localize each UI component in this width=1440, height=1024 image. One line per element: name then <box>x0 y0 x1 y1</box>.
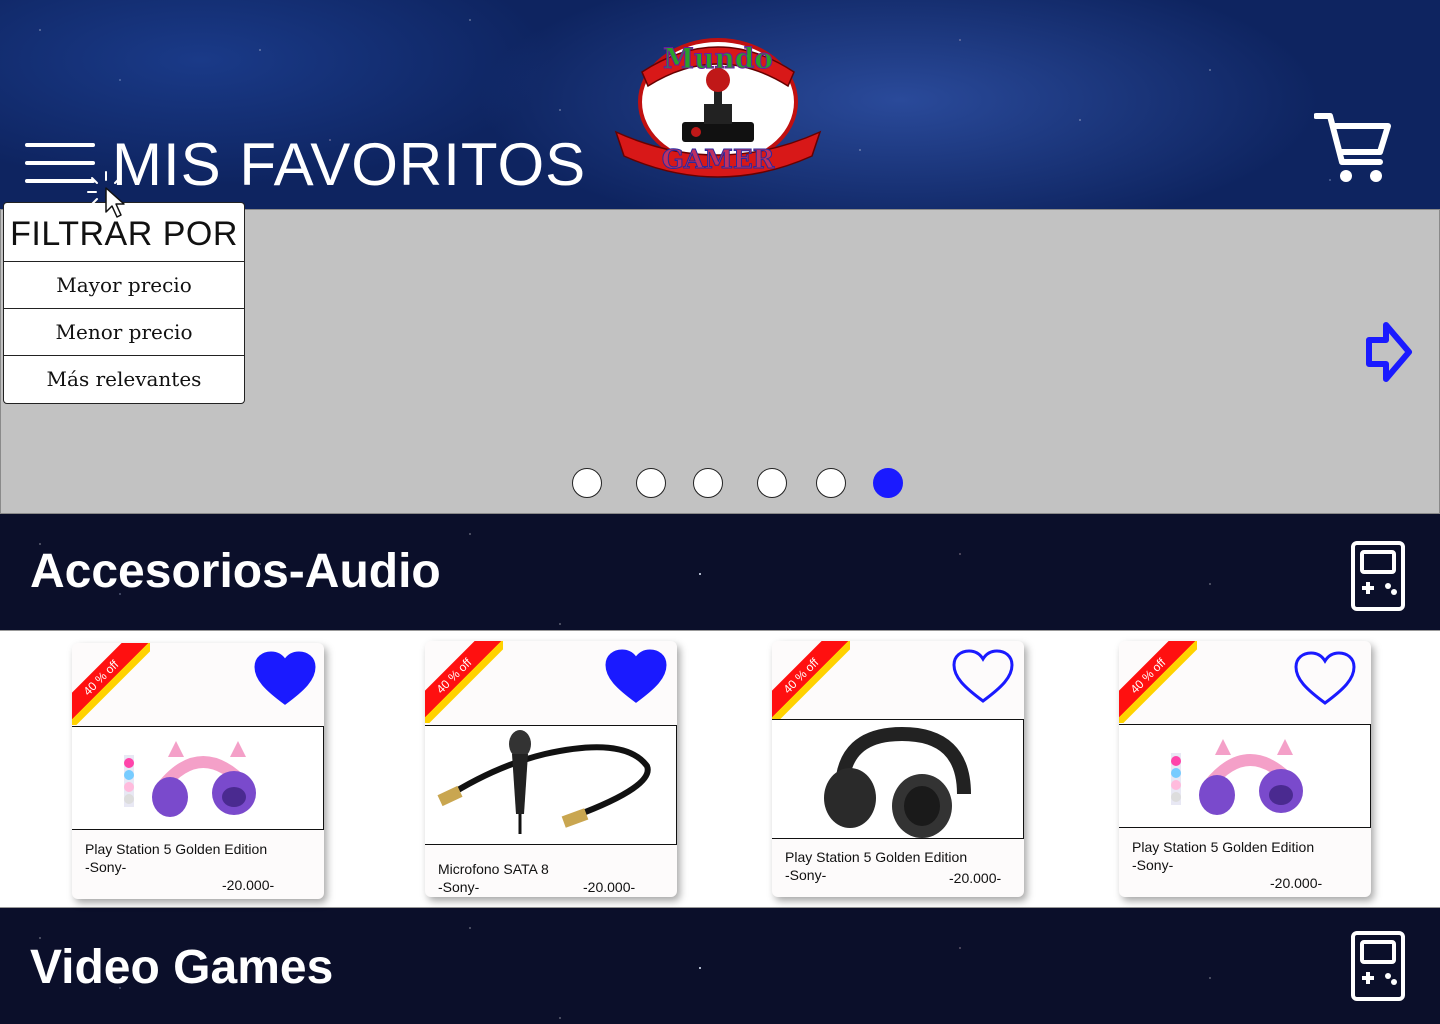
filter-option-lowest-price[interactable]: Menor precio <box>4 309 244 356</box>
filter-dropdown: FILTRAR POR Mayor precio Menor precio Má… <box>3 202 245 404</box>
carousel-dot-6[interactable] <box>873 468 903 498</box>
discount-badge: 40 % off <box>72 643 150 725</box>
handheld-console-icon[interactable] <box>1350 540 1406 612</box>
discount-badge: 40 % off <box>425 641 503 723</box>
logo-text-bottom: GAMER <box>662 145 775 175</box>
product-name: Microfono SATA 8 <box>438 861 549 877</box>
heart-outline-icon[interactable] <box>952 649 1014 705</box>
carousel-dot-4[interactable] <box>757 468 787 498</box>
handheld-console-icon[interactable] <box>1350 930 1406 1002</box>
microphone-cable-image <box>437 730 651 834</box>
heart-filled-icon[interactable] <box>254 651 316 707</box>
product-price: -20.000- <box>222 877 275 893</box>
product-brand: -Sony- <box>1132 857 1174 873</box>
carousel-dot-3[interactable] <box>693 468 723 498</box>
cart-icon[interactable] <box>1314 110 1392 186</box>
heart-outline-icon[interactable] <box>1294 651 1356 707</box>
product-brand: -Sony- <box>85 859 127 875</box>
mundo-gamer-logo: Mundo GAMER <box>614 38 822 178</box>
product-card[interactable]: 40 % off Play Station 5 Golden Edition -… <box>72 643 324 899</box>
section-title-audio: Accesorios-Audio <box>30 545 441 598</box>
discount-badge: 40 % off <box>772 641 850 723</box>
section-title-video-games: Video Games <box>30 941 334 994</box>
product-image[interactable] <box>1119 724 1371 828</box>
carousel-dot-2[interactable] <box>636 468 666 498</box>
discount-badge: 40 % off <box>1119 641 1197 723</box>
carousel-dot-5[interactable] <box>816 468 846 498</box>
product-card[interactable]: 40 % off Play Station 5 Golden Edition -… <box>772 641 1024 897</box>
product-card[interactable]: 40 % off Play Station 5 Golden Edition -… <box>1119 641 1371 897</box>
product-image[interactable] <box>425 725 677 845</box>
product-brand: -Sony- <box>785 867 827 883</box>
product-image[interactable] <box>72 726 324 830</box>
product-image[interactable] <box>772 719 1024 839</box>
product-price: -20.000- <box>1270 875 1323 891</box>
cat-ear-headphones-image <box>124 741 256 817</box>
menu-icon[interactable] <box>25 143 95 185</box>
filter-option-highest-price[interactable]: Mayor precio <box>4 262 244 309</box>
cat-ear-headphones-image <box>1171 739 1303 815</box>
product-card[interactable]: 40 % off Microfono SATA 8 -Sony- -20.000… <box>425 641 677 897</box>
product-name: Play Station 5 Golden Edition <box>785 849 968 865</box>
heart-filled-icon[interactable] <box>605 649 667 705</box>
filter-option-most-relevant[interactable]: Más relevantes <box>4 356 244 403</box>
page-title: MIS FAVORITOS <box>112 131 587 198</box>
product-name: Play Station 5 Golden Edition <box>1132 839 1315 855</box>
black-headphones-image <box>824 726 971 838</box>
product-name: Play Station 5 Golden Edition <box>85 841 268 857</box>
product-price: -20.000- <box>949 870 1002 886</box>
mouse-pointer-icon <box>87 171 125 218</box>
carousel-dot-1[interactable] <box>572 468 602 498</box>
carousel-next-arrow-icon[interactable] <box>1364 320 1414 384</box>
product-brand: -Sony- <box>438 879 480 895</box>
product-price: -20.000- <box>583 879 636 895</box>
